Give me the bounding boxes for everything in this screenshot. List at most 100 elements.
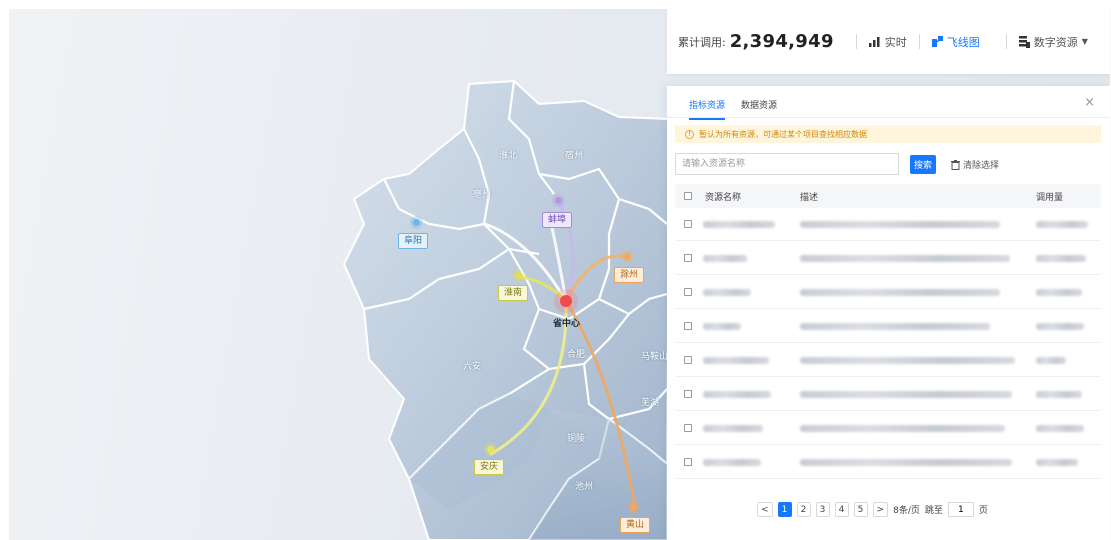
table-header: 资源名称 描述 调用量 [675, 184, 1101, 208]
call-count-cell [1036, 425, 1084, 432]
resource-name-cell [703, 357, 769, 364]
call-count-cell [1036, 289, 1082, 296]
divider [918, 34, 920, 49]
resource-name-cell [703, 221, 775, 228]
prev-page-button[interactable]: < [757, 502, 773, 517]
column-header-name: 资源名称 [705, 193, 742, 203]
city-dot-chuzhou[interactable] [624, 253, 631, 260]
resource-name-cell [703, 459, 761, 466]
clear-selection-label: 清除选择 [963, 161, 1000, 171]
description-cell [800, 391, 1012, 398]
city-dot-huainan[interactable] [515, 272, 522, 279]
region-label-bozhou: 亳州 [473, 190, 492, 200]
region-label-tongling: 铜陵 [567, 434, 586, 444]
tab-divider [667, 117, 1110, 118]
cumulative-calls-value: 2,394,949 [729, 31, 834, 52]
region-label-hefei: 合肥 [567, 350, 586, 360]
description-cell [800, 289, 1000, 296]
call-count-cell [1036, 255, 1086, 262]
row-checkbox[interactable] [684, 254, 692, 262]
row-checkbox[interactable] [684, 458, 692, 466]
table-row[interactable] [675, 446, 1101, 479]
row-checkbox[interactable] [684, 288, 692, 296]
city-dot-bengbu[interactable] [555, 197, 562, 204]
call-count-cell [1036, 221, 1088, 228]
flightmap-label: 飞线图 [946, 35, 980, 49]
description-cell [800, 357, 1015, 364]
region-label-suzhou: 宿州 [565, 151, 584, 161]
row-checkbox[interactable] [684, 424, 692, 432]
resource-panel: 指标资源 数据资源 × ! 暂认为所有资源，可通过某个项目查找相应数据 搜索 清… [667, 86, 1110, 540]
region-label-huaibei: 淮北 [499, 151, 518, 161]
center-dot[interactable] [560, 295, 572, 307]
table-row[interactable] [675, 412, 1101, 445]
select-all-checkbox[interactable] [684, 192, 692, 200]
table-row[interactable] [675, 310, 1101, 343]
page-button-5[interactable]: 5 [853, 502, 868, 517]
close-icon[interactable]: × [1084, 95, 1095, 110]
city-tag-huangshan[interactable]: 黄山 [620, 517, 651, 533]
description-cell [800, 221, 1000, 228]
city-dot-fuyang[interactable] [413, 219, 420, 226]
bar-chart-icon [868, 36, 880, 47]
call-count-cell [1036, 459, 1078, 466]
city-dot-huangshan[interactable] [630, 504, 637, 511]
digital-resources-dropdown[interactable]: 数字资源 ▼ [1018, 34, 1088, 50]
notice-banner: ! 暂认为所有资源，可通过某个项目查找相应数据 [675, 125, 1101, 143]
clear-selection-button[interactable]: 清除选择 [951, 158, 999, 171]
page-button-1[interactable]: 1 [777, 502, 792, 517]
notice-text: 暂认为所有资源，可通过某个项目查找相应数据 [699, 129, 867, 139]
page-size-selector[interactable]: 8条/页 [893, 503, 920, 516]
resource-name-cell [703, 425, 763, 432]
table-row[interactable] [675, 208, 1101, 241]
row-checkbox[interactable] [684, 356, 692, 364]
region-label-maanshan: 马鞍山 [641, 352, 669, 362]
city-tag-bengbu[interactable]: 蚌埠 [542, 212, 573, 228]
realtime-button[interactable]: 实时 [868, 34, 907, 50]
row-checkbox[interactable] [684, 390, 692, 398]
table-row[interactable] [675, 378, 1101, 411]
stats-topbar: 累计调用: 2,394,949 实时 飞线图 数字资源 ▼ [667, 9, 1110, 74]
row-checkbox[interactable] [684, 322, 692, 330]
region-label-luan: 六安 [463, 362, 482, 372]
region-label-wuhu: 芜湖 [641, 398, 660, 408]
page-button-2[interactable]: 2 [796, 502, 811, 517]
call-count-cell [1036, 323, 1084, 330]
info-icon: ! [685, 129, 694, 139]
jump-page-input[interactable] [947, 502, 974, 517]
column-header-description: 描述 [800, 193, 819, 203]
resource-name-cell [703, 323, 741, 330]
city-dot-anqing[interactable] [487, 446, 494, 453]
table-row[interactable] [675, 276, 1101, 309]
realtime-label: 实时 [884, 35, 907, 49]
flightmap-button[interactable]: 飞线图 [931, 34, 980, 50]
table-row[interactable] [675, 344, 1101, 377]
description-cell [800, 323, 990, 330]
page-button-3[interactable]: 3 [815, 502, 830, 517]
city-tag-huainan[interactable]: 淮南 [498, 285, 529, 301]
resource-search-input[interactable] [675, 153, 899, 175]
region-label-chizhou: 池州 [575, 482, 594, 492]
column-header-calls: 调用量 [1036, 193, 1064, 203]
center-label: 省中心 [553, 319, 581, 329]
divider [855, 34, 857, 49]
resource-name-cell [703, 289, 751, 296]
next-page-button[interactable]: > [872, 502, 889, 517]
row-checkbox[interactable] [684, 220, 692, 228]
city-tag-fuyang[interactable]: 阜阳 [398, 233, 429, 249]
description-cell [800, 255, 1010, 262]
call-count-cell [1036, 357, 1066, 364]
resource-name-cell [703, 391, 771, 398]
jump-label: 跳至 [924, 506, 943, 516]
resource-name-cell [703, 255, 747, 262]
city-tag-chuzhou[interactable]: 滁州 [614, 267, 645, 283]
call-count-cell [1036, 391, 1082, 398]
digital-resources-label: 数字资源 [1033, 35, 1078, 49]
search-button[interactable]: 搜索 [910, 155, 936, 174]
caret-down-icon: ▼ [1081, 37, 1088, 46]
table-row[interactable] [675, 242, 1101, 275]
description-cell [800, 459, 1012, 466]
city-tag-anqing[interactable]: 安庆 [474, 459, 505, 475]
description-cell [800, 425, 1005, 432]
page-button-4[interactable]: 4 [834, 502, 849, 517]
